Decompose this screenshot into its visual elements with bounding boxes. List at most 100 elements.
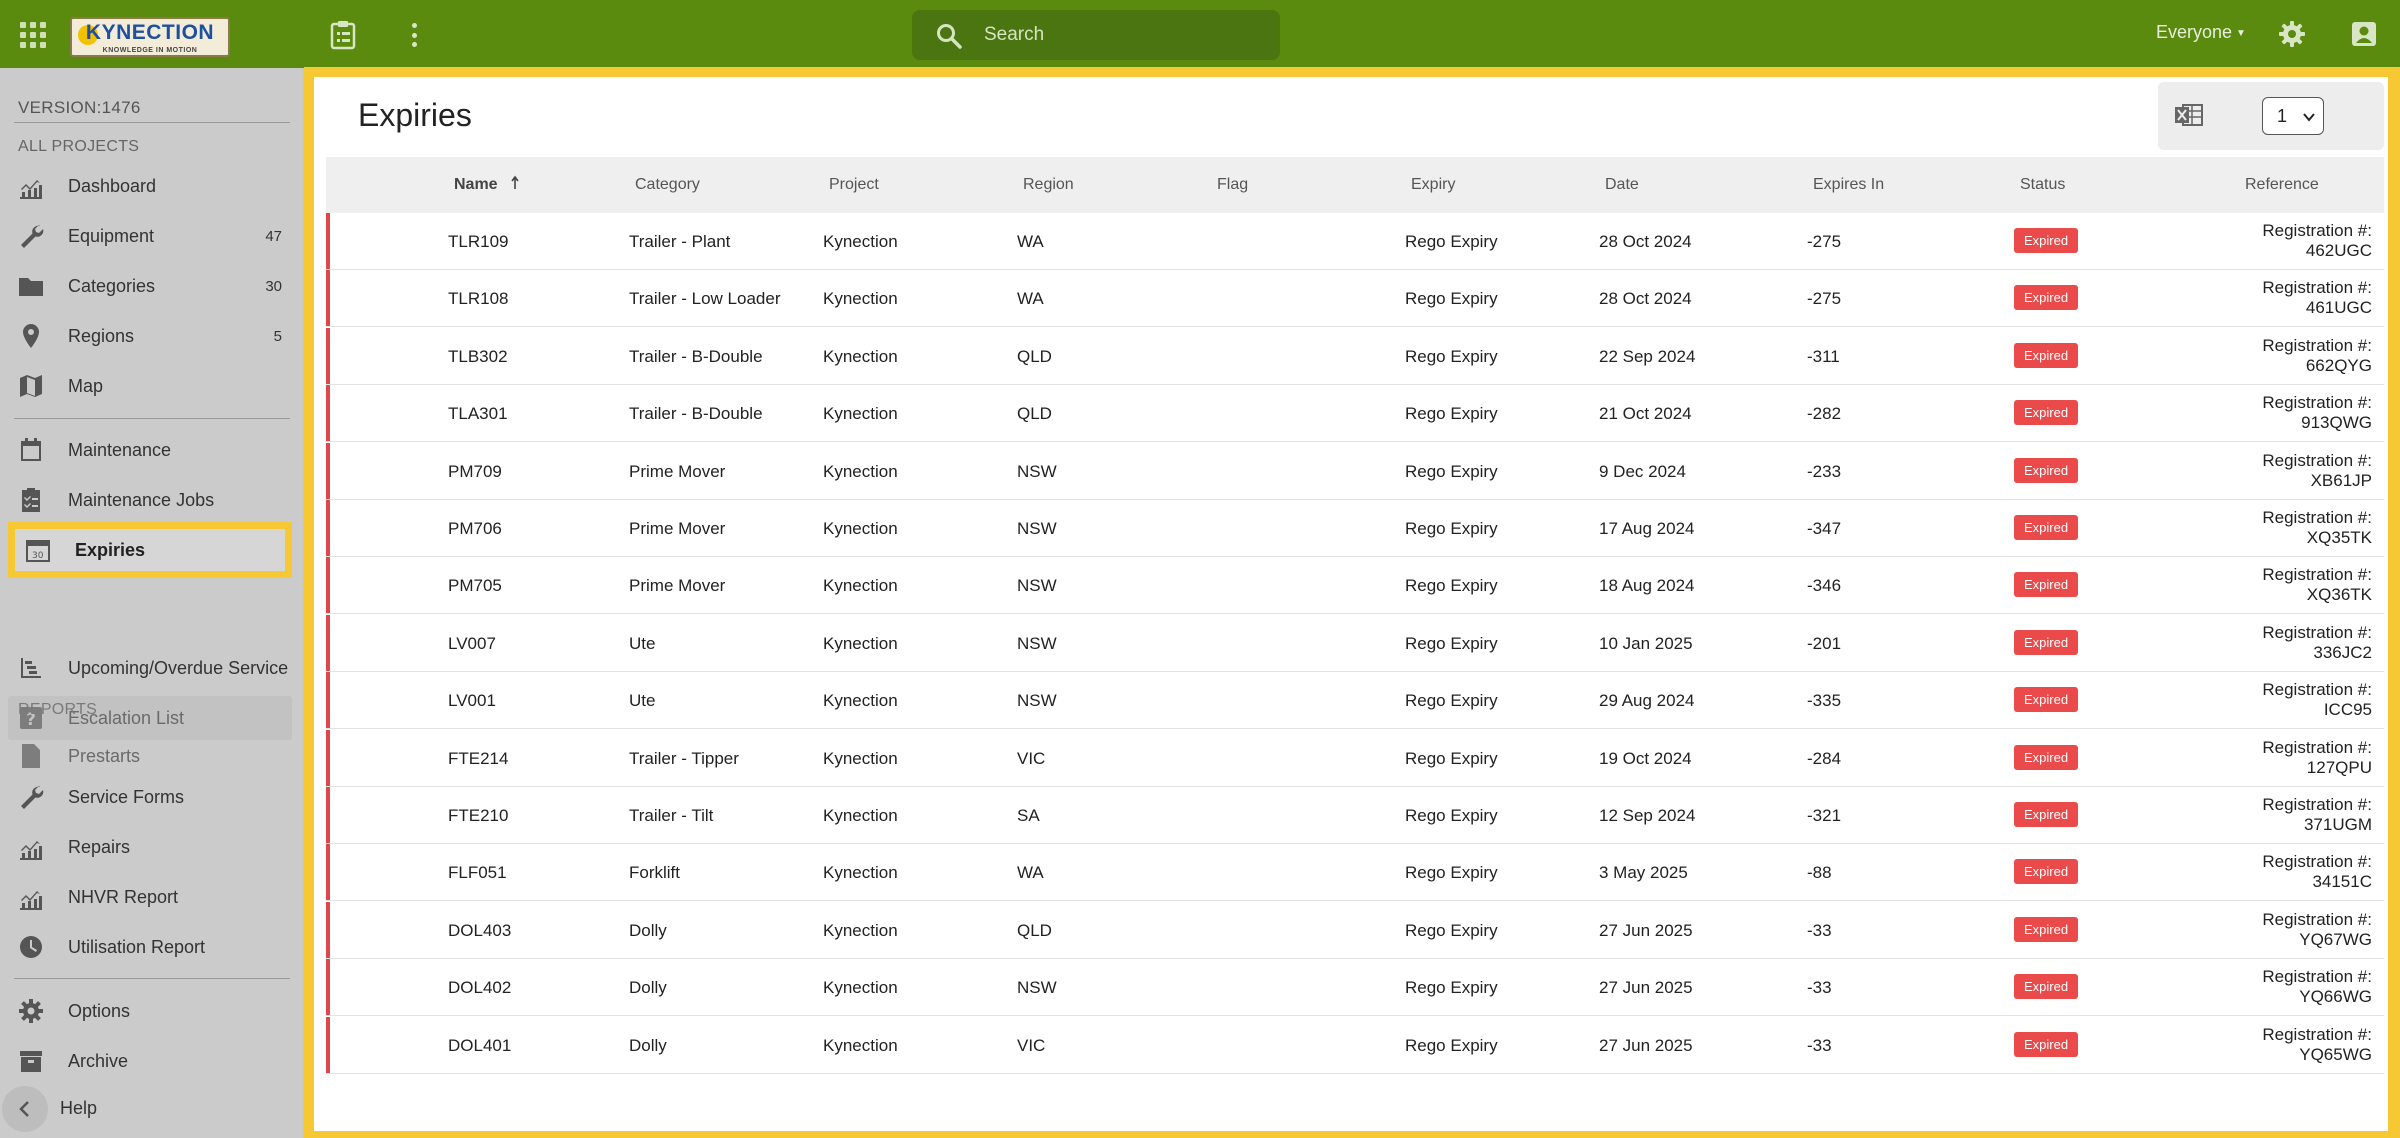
table-row[interactable]: TLB302 Trailer - B-Double Kynection QLD Rego…: [326, 327, 2384, 385]
sidebar-item-regions[interactable]: Regions 5: [8, 314, 292, 358]
status-badge: Expired: [2014, 859, 2079, 885]
help-link[interactable]: Help: [60, 1098, 97, 1119]
sidebar-item-archive[interactable]: Archive: [8, 1039, 292, 1083]
cell-expiry: Rego Expiry: [1405, 461, 1498, 481]
clipboard-icon[interactable]: [330, 20, 356, 50]
cell-expires-in: -284: [1807, 748, 1842, 768]
cell-region: WA: [1017, 289, 1044, 309]
sidebar-item-utilisation-report[interactable]: Utilisation Report: [8, 925, 292, 969]
excel-export-icon[interactable]: [2174, 102, 2204, 128]
column-header-name[interactable]: Name: [454, 176, 498, 194]
table-row[interactable]: PM706 Prime Mover Kynection NSW Rego Expiry 1…: [326, 500, 2384, 557]
sidebar-item-label: NHVR Report: [68, 886, 179, 907]
sidebar-item-service-forms[interactable]: Service Forms: [8, 775, 292, 819]
apps-grid-icon[interactable]: [20, 22, 46, 48]
table-row[interactable]: TLR109 Trailer - Plant Kynection WA Rego Exp…: [326, 213, 2384, 270]
row-flag-indicator: [326, 442, 330, 499]
sidebar-item-upcoming-overdue-service[interactable]: Upcoming/Overdue Service: [8, 646, 292, 690]
status-badge: Expired: [2014, 974, 2079, 1000]
sidebar-item-count: 5: [273, 327, 282, 345]
sidebar-item-maintenance[interactable]: Maintenance: [8, 428, 292, 472]
reference-value: XB61JP: [2310, 470, 2372, 490]
table-row[interactable]: PM705 Prime Mover Kynection NSW Rego Expiry 1…: [326, 557, 2384, 615]
table-row[interactable]: TLA301 Trailer - B-Double Kynection QLD Rego…: [326, 385, 2384, 443]
reference-value: 371UGM: [2303, 815, 2372, 834]
table-row[interactable]: FTE210 Trailer - Tilt Kynection SA Rego Expi…: [326, 787, 2384, 844]
sidebar-item-map[interactable]: Map: [8, 364, 292, 408]
more-vertical-icon[interactable]: [406, 20, 422, 50]
status-badge: Expired: [2014, 802, 2079, 827]
logo[interactable]: KYNECTION KNOWLEDGE IN MOTION: [70, 17, 230, 57]
table-row[interactable]: LV001 Ute Kynection NSW Rego Expiry 29 Aug 20…: [326, 672, 2384, 730]
cell-region: WA: [1017, 232, 1044, 251]
sidebar-item-repairs[interactable]: Repairs: [8, 825, 292, 869]
page-select[interactable]: 1: [2262, 97, 2324, 135]
table-row[interactable]: FLF051 Forklift Kynection WA Rego Expiry 3 Ma…: [326, 844, 2384, 902]
all-projects-heading: ALL PROJECTS: [18, 138, 140, 155]
sidebar-item-dashboard[interactable]: Dashboard: [8, 164, 292, 208]
cell-date: 27 Jun 2025: [1599, 1035, 1693, 1055]
table-row[interactable]: DOL402 Dolly Kynection NSW Rego Expiry 27 Jun…: [326, 959, 2384, 1017]
sidebar-item-label: Expiries: [75, 539, 146, 560]
cell-expiry: Rego Expiry: [1405, 289, 1498, 309]
status-badge: Expired: [2014, 515, 2079, 540]
table-row[interactable]: DOL401 Dolly Kynection VIC Rego Expiry 27 Jun…: [326, 1016, 2384, 1074]
calendar-30-icon: 30: [26, 540, 50, 562]
column-header-expires-in[interactable]: Expires In: [1813, 176, 1884, 194]
cell-expires-in: -33: [1807, 920, 1832, 940]
cell-category: Ute: [629, 633, 656, 653]
cell-expiry: Rego Expiry: [1405, 1035, 1498, 1055]
sidebar-item-equipment[interactable]: Equipment 47: [8, 214, 292, 258]
user-scope-dropdown[interactable]: Everyone ▼: [2156, 22, 2246, 43]
gear-icon[interactable]: [2278, 20, 2306, 48]
sidebar-item-prestarts[interactable]: Prestarts: [8, 734, 292, 778]
column-header-reference[interactable]: Reference: [2245, 176, 2319, 194]
chart-icon: [20, 180, 42, 199]
row-flag-indicator: [326, 959, 330, 1016]
table-row[interactable]: PM709 Prime Mover Kynection NSW Rego Expiry 9…: [326, 442, 2384, 500]
cell-category: Ute: [629, 691, 656, 711]
row-flag-indicator: [326, 557, 330, 614]
collapse-sidebar-button[interactable]: [2, 1086, 48, 1132]
table-row[interactable]: TLR108 Trailer - Low Loader Kynection WA Reg…: [326, 270, 2384, 328]
account-icon[interactable]: [2351, 21, 2377, 47]
cell-expires-in: -321: [1807, 806, 1842, 825]
sidebar-item-expiries[interactable]: 30 Expiries: [8, 522, 292, 578]
reference-value: 127QPU: [2306, 757, 2372, 777]
sidebar-item-options[interactable]: Options: [8, 989, 292, 1033]
cell-name: FTE210: [448, 806, 509, 825]
cell-expires-in: -311: [1807, 346, 1840, 366]
cell-reference: Registration #: 336JC2: [2262, 623, 2372, 663]
cell-expiry: Rego Expiry: [1405, 633, 1498, 653]
table-row[interactable]: LV007 Ute Kynection NSW Rego Expiry 10 Jan 20…: [326, 614, 2384, 672]
column-header-status[interactable]: Status: [2020, 176, 2065, 194]
reference-value: 913QWG: [2301, 413, 2372, 433]
column-header-expiry[interactable]: Expiry: [1411, 176, 1455, 194]
row-flag-indicator: [326, 901, 330, 958]
sidebar-item-nhvr-report[interactable]: NHVR Report: [8, 875, 292, 919]
table-row[interactable]: DOL403 Dolly Kynection QLD Rego Expiry 27 Jun…: [326, 901, 2384, 959]
search-bar[interactable]: Search: [912, 10, 1280, 60]
column-header-category[interactable]: Category: [635, 176, 700, 194]
sidebar-item-label: Service Forms: [68, 786, 185, 807]
sort-ascending-icon[interactable]: [510, 175, 520, 193]
gear-icon: [19, 999, 43, 1023]
column-header-flag[interactable]: Flag: [1217, 176, 1248, 194]
column-header-region[interactable]: Region: [1023, 176, 1074, 194]
reference-label: Registration #:: [2262, 795, 2372, 814]
table-row[interactable]: FTE214 Trailer - Tipper Kynection VIC Rego E…: [326, 729, 2384, 787]
cell-reference: Registration #: 462UGC: [2262, 221, 2372, 261]
column-header-date[interactable]: Date: [1605, 176, 1639, 194]
sidebar-item-categories[interactable]: Categories 30: [8, 264, 292, 308]
cell-project: Kynection: [823, 1035, 898, 1055]
sidebar-item-count: 30: [265, 277, 282, 295]
cell-expires-in: -275: [1807, 289, 1842, 309]
reference-label: Registration #:: [2262, 737, 2372, 757]
sidebar-item-maintenance-jobs[interactable]: Maintenance Jobs: [8, 478, 292, 522]
search-input[interactable]: Search: [984, 24, 1044, 46]
sidebar-item-count: 47: [265, 227, 282, 245]
sidebar-item-label: Repairs: [68, 836, 131, 857]
column-header-project[interactable]: Project: [829, 176, 879, 194]
cell-region: NSW: [1017, 633, 1057, 653]
sidebar-item-label: Maintenance Jobs: [68, 489, 215, 510]
